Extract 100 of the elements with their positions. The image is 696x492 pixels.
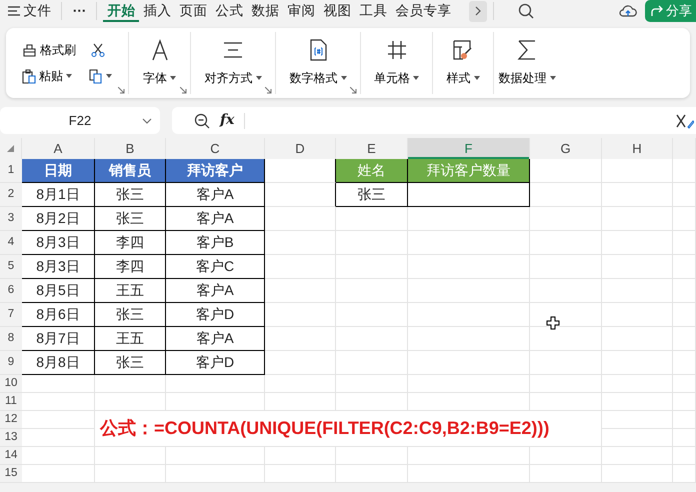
- row-header[interactable]: 4: [0, 231, 22, 255]
- row-header[interactable]: 7: [0, 303, 22, 327]
- ribbon-dropdown[interactable]: 数据处理: [496, 69, 558, 87]
- scissors-icon[interactable]: [91, 43, 105, 57]
- column-header[interactable]: G: [530, 138, 602, 159]
- column-header[interactable]: H: [602, 138, 673, 159]
- launcher-icon[interactable]: [180, 87, 187, 94]
- empty-cell: [602, 159, 673, 183]
- menu-tab[interactable]: 工具: [355, 0, 392, 22]
- search-icon[interactable]: [518, 3, 534, 19]
- empty-cell: [530, 183, 602, 207]
- paste-button[interactable]: 粘贴: [20, 67, 74, 85]
- empty-cell: [673, 279, 696, 303]
- more-button[interactable]: ⋯: [68, 0, 90, 22]
- column-header[interactable]: A: [22, 138, 95, 159]
- row-header[interactable]: 10: [0, 375, 22, 393]
- share-icon: [651, 5, 663, 17]
- formula-input[interactable]: fx: [172, 107, 696, 134]
- empty-cell: [336, 255, 408, 279]
- column-header[interactable]: F: [408, 138, 530, 159]
- row-header[interactable]: 14: [0, 447, 22, 465]
- row-header[interactable]: 3: [0, 207, 22, 231]
- empty-cell: [265, 393, 336, 411]
- caret-icon: [413, 76, 419, 80]
- empty-cell: [336, 207, 408, 231]
- table-cell: 销售员: [95, 159, 166, 183]
- menu-tab[interactable]: 公式: [211, 0, 248, 22]
- table-cell: 8月7日: [22, 327, 95, 351]
- menu-tab[interactable]: 审阅: [283, 0, 320, 22]
- empty-cell: [673, 429, 696, 447]
- table-cell: 8月1日: [22, 183, 95, 207]
- empty-cell: [265, 279, 336, 303]
- cloud-upload-icon[interactable]: [619, 4, 637, 18]
- row-header[interactable]: 6: [0, 279, 22, 303]
- column-header[interactable]: D: [265, 138, 336, 159]
- row-header[interactable]: 12: [0, 411, 22, 429]
- column-header[interactable]: B: [95, 138, 166, 159]
- caret-icon: [106, 74, 112, 78]
- row-header[interactable]: 11: [0, 393, 22, 411]
- share-button[interactable]: 分享: [645, 0, 696, 22]
- format-painter-button[interactable]: 格式刷: [20, 41, 78, 59]
- table-cell: 王五: [95, 279, 166, 303]
- formula-edit-icon[interactable]: [676, 112, 694, 128]
- menu-tab[interactable]: 视图: [319, 0, 356, 22]
- empty-cell: [265, 255, 336, 279]
- empty-cell: [673, 375, 696, 393]
- column-header[interactable]: C: [166, 138, 265, 159]
- row-header[interactable]: 15: [0, 465, 22, 483]
- empty-cell: [265, 231, 336, 255]
- copy-button[interactable]: [87, 68, 114, 84]
- launcher-icon[interactable]: [350, 87, 357, 94]
- row-header[interactable]: 1: [0, 159, 22, 183]
- file-menu[interactable]: 文件: [4, 0, 56, 22]
- empty-cell: [336, 393, 408, 411]
- row-header[interactable]: 13: [0, 429, 22, 447]
- chevron-right-icon: [475, 6, 482, 16]
- launcher-icon[interactable]: [265, 87, 272, 94]
- name-box[interactable]: F22: [0, 107, 160, 134]
- caret-icon: [256, 76, 262, 80]
- launcher-icon[interactable]: [118, 87, 125, 94]
- menu-tab[interactable]: 页面: [175, 0, 212, 22]
- menu-tab[interactable]: 插入: [139, 0, 176, 22]
- chevron-down-icon[interactable]: [142, 118, 152, 124]
- table-cell: 张三: [95, 303, 166, 327]
- empty-cell: [95, 447, 166, 465]
- column-header[interactable]: E: [336, 138, 408, 159]
- empty-cell: [336, 303, 408, 327]
- ribbon-dropdown[interactable]: 对齐方式: [202, 69, 264, 87]
- ribbon-dropdown[interactable]: 样式: [444, 69, 482, 87]
- row-header[interactable]: 8: [0, 327, 22, 351]
- empty-cell: [602, 183, 673, 207]
- menu-tab[interactable]: 开始: [103, 0, 140, 22]
- caret-icon: [170, 76, 176, 80]
- empty-cell: [336, 279, 408, 303]
- table-cell: 拜访客户: [166, 159, 265, 183]
- fx-label[interactable]: fx: [220, 110, 234, 131]
- table-cell: 张三: [95, 183, 166, 207]
- caret-icon: [474, 76, 480, 80]
- empty-cell: [265, 183, 336, 207]
- row-header[interactable]: 2: [0, 183, 22, 207]
- empty-cell: [265, 327, 336, 351]
- menu-tab[interactable]: 会员专享: [391, 0, 456, 22]
- ribbon-dropdown[interactable]: 单元格: [372, 69, 421, 87]
- empty-cell: [673, 465, 696, 483]
- empty-cell: [602, 255, 673, 279]
- caret-icon: [66, 74, 72, 78]
- empty-cell: [602, 303, 673, 327]
- menu-tab[interactable]: 数据: [247, 0, 284, 22]
- empty-cell: [602, 279, 673, 303]
- ribbon-dropdown[interactable]: 数字格式: [288, 69, 348, 87]
- empty-cell: [530, 279, 602, 303]
- table-cell: 王五: [95, 327, 166, 351]
- scroll-tabs-button[interactable]: [469, 0, 488, 22]
- row-header[interactable]: 5: [0, 255, 22, 279]
- ribbon-dropdown[interactable]: 字体: [141, 69, 178, 87]
- empty-cell: [673, 207, 696, 231]
- select-all-icon[interactable]: [7, 145, 14, 152]
- empty-cell: [602, 411, 673, 429]
- row-header[interactable]: 9: [0, 351, 22, 375]
- table-cell: 张三: [95, 351, 166, 375]
